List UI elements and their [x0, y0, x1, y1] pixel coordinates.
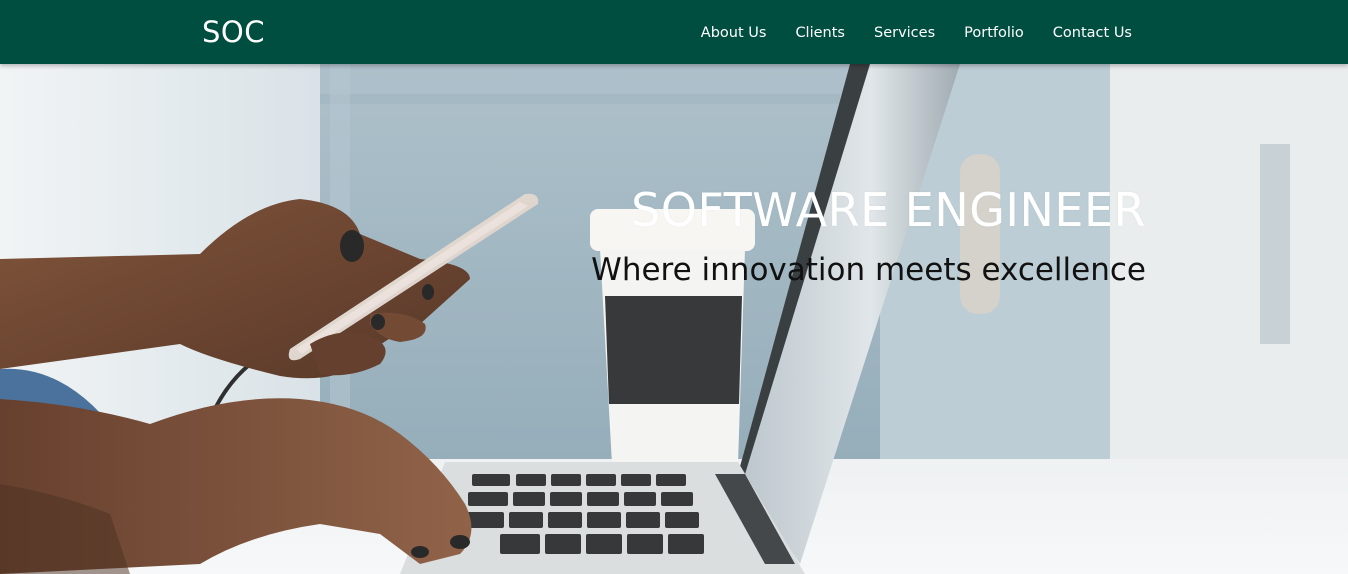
navbar: SOC About Us Clients Services Portfolio …	[0, 0, 1348, 64]
brand-logo[interactable]: SOC	[202, 14, 265, 50]
nav-menu: About Us Clients Services Portfolio Cont…	[701, 22, 1132, 43]
nav-link-about-us[interactable]: About Us	[701, 25, 767, 41]
nav-item-clients: Clients	[795, 22, 845, 43]
hero-title: SOFTWARE ENGINEER	[631, 183, 1146, 237]
nav-item-services: Services	[874, 22, 935, 43]
nav-link-portfolio[interactable]: Portfolio	[964, 25, 1024, 41]
hero-text: SOFTWARE ENGINEER Where innovation meets…	[591, 182, 1146, 290]
nav-item-about-us: About Us	[701, 22, 767, 43]
nav-link-services[interactable]: Services	[874, 25, 935, 41]
nav-link-clients[interactable]: Clients	[795, 25, 845, 41]
hero-background-image	[0, 64, 1348, 574]
nav-item-contact-us: Contact Us	[1053, 22, 1132, 43]
hero-subtitle: Where innovation meets excellence	[591, 252, 1146, 288]
nav-link-contact-us[interactable]: Contact Us	[1053, 25, 1132, 41]
hero-section: SOFTWARE ENGINEER Where innovation meets…	[0, 64, 1348, 574]
nav-item-portfolio: Portfolio	[964, 22, 1024, 43]
